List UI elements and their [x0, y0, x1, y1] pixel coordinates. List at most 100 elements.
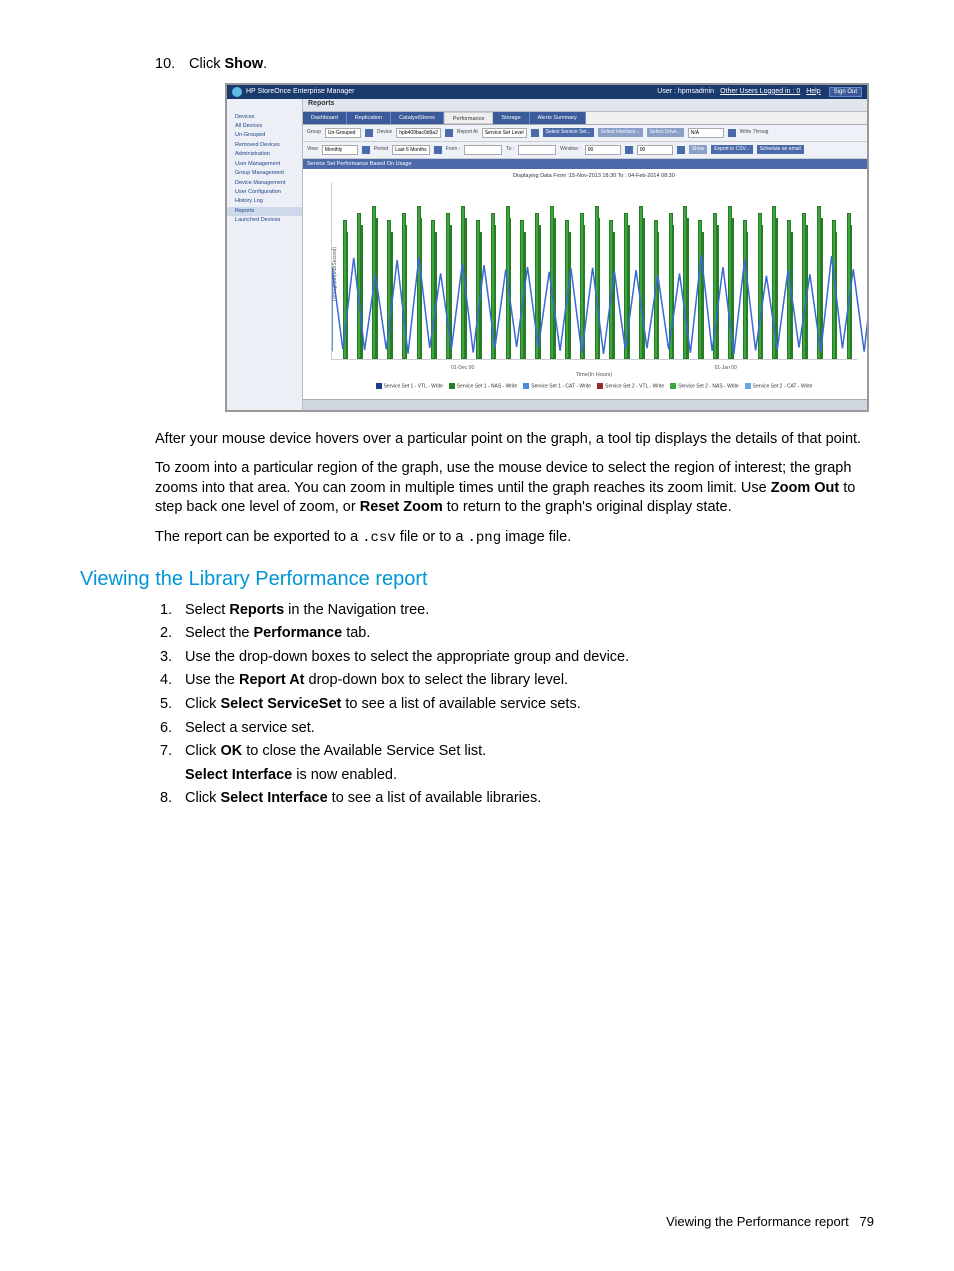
chevron-down-icon[interactable]	[434, 146, 442, 154]
to-date-input[interactable]	[518, 145, 556, 155]
na-field: N/A	[688, 128, 724, 138]
chevron-down-icon[interactable]	[362, 146, 370, 154]
schedule-email-button[interactable]: Schedule an email	[757, 145, 804, 154]
filter-row-1: Group Un-Grouped Device hpb409bac0d9a2 R…	[303, 125, 867, 142]
heading-library-perf: Viewing the Library Performance report	[80, 566, 874, 593]
view-dropdown[interactable]: Monthly	[322, 145, 358, 155]
x-tick: 01-Dec 00	[451, 365, 474, 372]
window-from[interactable]: 00	[585, 145, 621, 155]
report-at-dropdown[interactable]: Service Set Level	[482, 128, 527, 138]
trend-line	[332, 209, 869, 359]
app-title: HP StoreOnce Enterprise Manager	[246, 87, 354, 96]
sidebar-item[interactable]: Group Management	[227, 169, 302, 178]
tab[interactable]: CatalystStores	[391, 112, 444, 124]
export-csv-button[interactable]: Export to CSV...	[711, 145, 752, 154]
step-10-bold: Show	[224, 56, 263, 72]
window-to[interactable]: 00	[637, 145, 673, 155]
select-drive-button[interactable]: Select Drive...	[647, 128, 684, 137]
other-users: Other Users Logged in : 0	[720, 87, 800, 96]
sidebar-item[interactable]: Un-Grouped	[227, 131, 302, 140]
sidebar-item[interactable]: History Log	[227, 197, 302, 206]
horizontal-scrollbar[interactable]	[303, 399, 867, 410]
chevron-down-icon[interactable]	[625, 146, 633, 154]
help-link[interactable]: Help	[806, 87, 820, 96]
step-8: Click Select Interface to see a list of …	[185, 789, 874, 809]
report-at-label: Report At	[457, 129, 478, 136]
sidebar-item[interactable]: Device Management	[227, 179, 302, 188]
tab[interactable]: Dashboard	[303, 112, 347, 124]
hp-logo-icon	[232, 87, 242, 97]
device-dropdown[interactable]: hpb409bac0d9a2	[396, 128, 441, 138]
sidebar-item[interactable]: Administration	[227, 150, 302, 159]
step-3: Use the drop-down boxes to select the ap…	[185, 648, 874, 668]
from-label: From :	[446, 146, 460, 153]
x-tick: 01-Jan 00	[715, 365, 737, 372]
chart-legend: Service Set 1 - VTL - Write Service Set 1…	[331, 379, 857, 394]
user-label: User : hpmsadmin	[657, 87, 714, 96]
legend-item: Service Set 2 - CAT - Write	[745, 383, 813, 390]
legend-item: Service Set 2 - NAS - Write	[670, 383, 738, 390]
legend-item: Service Set 1 - CAT - Write	[523, 383, 591, 390]
sidebar-item[interactable]: Launched Devices	[227, 216, 302, 225]
app-screenshot: HP StoreOnce Enterprise Manager User : h…	[225, 83, 869, 412]
panel-title: Reports	[303, 99, 867, 112]
chevron-down-icon[interactable]	[728, 129, 736, 137]
legend-item: Service Set 2 - VTL - Write	[597, 383, 664, 390]
step-6: Select a service set.	[185, 719, 874, 739]
chevron-down-icon[interactable]	[445, 129, 453, 137]
view-label: View	[307, 146, 318, 153]
sidebar-item[interactable]: Devices	[227, 113, 302, 122]
steps-list: Select Reports in the Navigation tree. Se…	[80, 601, 874, 809]
step-10: Click Show.	[185, 55, 874, 75]
chevron-down-icon[interactable]	[365, 129, 373, 137]
window-label: Window :	[560, 146, 581, 153]
sidebar-item[interactable]: Reports	[227, 207, 302, 216]
select-interface-button[interactable]: Select Interface...	[598, 128, 643, 137]
period-label: Period	[374, 146, 388, 153]
step-7: Click OK to close the Available Service …	[185, 742, 874, 785]
sidebar-item[interactable]: User Configuration	[227, 188, 302, 197]
tab[interactable]: Replication	[347, 112, 391, 124]
throughput-chart[interactable]: Throughput(MB/Second)	[331, 183, 857, 360]
step-10-post: .	[263, 56, 267, 72]
chevron-down-icon[interactable]	[677, 146, 685, 154]
tab[interactable]: Performance	[444, 112, 494, 124]
step-4: Use the Report At drop-down box to selec…	[185, 671, 874, 691]
metric-label: Write Throug	[740, 129, 769, 136]
step-5: Click Select ServiceSet to see a list of…	[185, 695, 874, 715]
tab[interactable]: Alerts Summary	[530, 112, 586, 124]
device-label: Device	[377, 129, 392, 136]
to-label: To :	[506, 146, 514, 153]
group-dropdown[interactable]: Un-Grouped	[325, 128, 361, 138]
chart-area: Displaying Data From :15-Nov-2013 18:30 …	[303, 169, 867, 399]
app-titlebar: HP StoreOnce Enterprise Manager User : h…	[227, 85, 867, 99]
show-button[interactable]: Show	[689, 145, 708, 154]
from-date-input[interactable]	[464, 145, 502, 155]
chart-section-title: Service Set Performance Based On Usage	[303, 159, 867, 169]
para-export: The report can be exported to a .csv fil…	[155, 528, 874, 548]
tab[interactable]: Storage	[493, 112, 529, 124]
footer-page-num: 79	[860, 1214, 874, 1229]
step-2: Select the Performance tab.	[185, 624, 874, 644]
page-footer: Viewing the Performance report 79	[666, 1213, 874, 1231]
step-1: Select Reports in the Navigation tree.	[185, 601, 874, 621]
select-service-set-button[interactable]: Select Service Set...	[543, 128, 594, 137]
step-10-pre: Click	[189, 56, 224, 72]
chart-range-note: Displaying Data From :15-Nov-2013 18:30 …	[331, 173, 857, 180]
footer-title: Viewing the Performance report	[666, 1214, 849, 1229]
para-tooltip: After your mouse device hovers over a pa…	[155, 430, 874, 450]
filter-row-2: View Monthly Period Last 6 Months From :…	[303, 142, 867, 159]
sidebar-item[interactable]: User Management	[227, 160, 302, 169]
sidebar-item[interactable]: Removed Devices	[227, 141, 302, 150]
sidebar-item[interactable]: All Devices	[227, 122, 302, 131]
signout-button[interactable]: Sign Out	[829, 87, 862, 97]
period-dropdown[interactable]: Last 6 Months	[392, 145, 429, 155]
para-zoom: To zoom into a particular region of the …	[155, 459, 874, 518]
legend-item: Service Set 1 - NAS - Write	[449, 383, 517, 390]
x-axis-label: Time(In Hours)	[331, 372, 857, 379]
nav-sidebar: DevicesAll DevicesUn-GroupedRemoved Devi…	[227, 99, 303, 410]
legend-item: Service Set 1 - VTL - Write	[376, 383, 443, 390]
group-label: Group	[307, 129, 321, 136]
chevron-down-icon[interactable]	[531, 129, 539, 137]
continue-step-list: Click Show.	[80, 55, 874, 75]
